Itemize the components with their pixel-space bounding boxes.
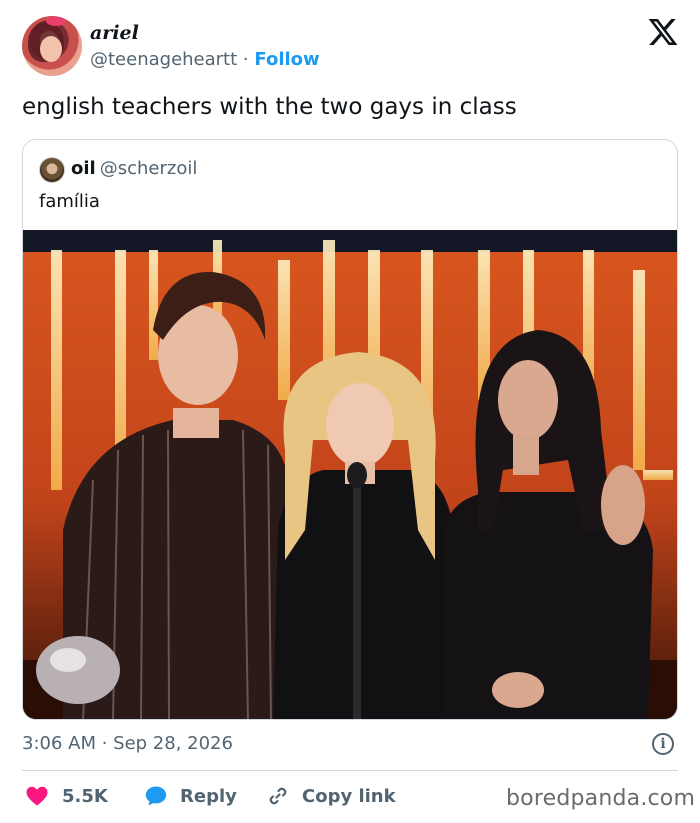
tweet-text: english teachers with the two gays in cl… <box>22 94 517 120</box>
author-display-name[interactable]: ariel <box>90 22 139 44</box>
avatar-bow <box>46 16 66 26</box>
tweet-card: ariel @teenageheartt · Follow english te… <box>0 0 700 823</box>
author-handle-row: @teenageheartt · Follow <box>90 49 320 70</box>
like-count: 5.5K <box>62 785 108 807</box>
quoted-author: oil @scherzoil <box>71 158 197 179</box>
source-watermark: boredpanda.com <box>506 786 696 811</box>
tweet-actions: 5.5K Reply Copy link <box>22 782 492 810</box>
quoted-author-name[interactable]: oil <box>71 158 96 179</box>
like-button[interactable]: 5.5K <box>24 782 108 810</box>
handle-separator: · <box>242 49 249 70</box>
reply-label: Reply <box>180 785 237 807</box>
heart-icon <box>26 786 48 806</box>
follow-button[interactable]: Follow <box>254 49 319 70</box>
speech-bubble-icon <box>145 786 167 806</box>
x-logo-icon[interactable] <box>646 16 680 48</box>
quoted-photo[interactable] <box>23 230 677 719</box>
link-icon <box>269 787 287 805</box>
author-avatar[interactable] <box>22 16 82 76</box>
avatar-face <box>40 36 62 62</box>
quoted-author-handle[interactable]: @scherzoil <box>100 158 198 179</box>
quoted-tweet-text: família <box>39 191 100 212</box>
copy-link-label: Copy link <box>302 785 396 807</box>
author-handle[interactable]: @teenageheartt <box>90 49 237 70</box>
footer-divider <box>22 770 678 771</box>
stage-photo-illustration <box>23 230 677 719</box>
quoted-author-avatar[interactable] <box>39 157 65 183</box>
quoted-tweet[interactable]: oil @scherzoil família <box>22 139 678 720</box>
tweet-timestamp[interactable]: 3:06 AM · Sep 28, 2026 <box>22 733 233 754</box>
info-icon[interactable]: i <box>652 733 674 755</box>
reply-button[interactable]: Reply <box>144 782 237 810</box>
copy-link-button[interactable]: Copy link <box>266 782 396 810</box>
